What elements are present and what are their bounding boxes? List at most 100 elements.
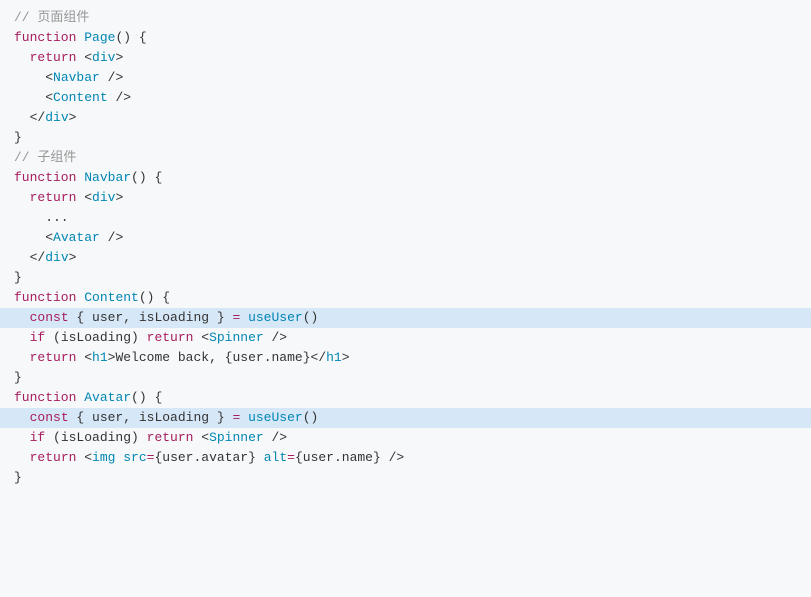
tag-name: div [45, 250, 68, 265]
tag-name: div [92, 50, 115, 65]
text [240, 410, 248, 425]
function-name: Avatar [84, 390, 131, 405]
attr-name: src [123, 450, 146, 465]
text [256, 450, 264, 465]
punct: } [373, 450, 381, 465]
punct: } [14, 130, 22, 145]
code-line: function Page() { [0, 28, 811, 48]
tag-name: div [92, 190, 115, 205]
keyword: const [30, 410, 69, 425]
punct: } [303, 350, 311, 365]
punct: () [303, 310, 319, 325]
punct: > [69, 110, 77, 125]
code-line: function Content() { [0, 288, 811, 308]
code-line: </div> [0, 248, 811, 268]
punct: </ [30, 110, 46, 125]
code-line-highlighted: const { user, isLoading } = useUser() [0, 408, 811, 428]
tag-name: Content [53, 90, 108, 105]
punct: < [45, 230, 53, 245]
code-line: if (isLoading) return <Spinner /> [0, 328, 811, 348]
punct: /> [381, 450, 404, 465]
text [240, 310, 248, 325]
code-line: // 页面组件 [0, 8, 811, 28]
text: user.avatar [162, 450, 248, 465]
code-line: ... [0, 208, 811, 228]
punct: < [76, 190, 92, 205]
punct: /> [264, 330, 287, 345]
punct: < [45, 70, 53, 85]
text: user.name [232, 350, 302, 365]
keyword: return [30, 350, 77, 365]
keyword: const [30, 310, 69, 325]
text: (isLoading) [45, 430, 146, 445]
tag-name: Navbar [53, 70, 100, 85]
code-block: // 页面组件 function Page() { return <div> <… [0, 8, 811, 488]
keyword: return [30, 50, 77, 65]
code-line: return <h1>Welcome back, {user.name}</h1… [0, 348, 811, 368]
tag-name: Spinner [209, 330, 264, 345]
code-line: </div> [0, 108, 811, 128]
punct: /> [100, 70, 123, 85]
code-line: <Navbar /> [0, 68, 811, 88]
keyword: return [30, 190, 77, 205]
punct: } [248, 450, 256, 465]
keyword: function [14, 30, 76, 45]
keyword: function [14, 290, 76, 305]
punct: () { [131, 390, 162, 405]
comment: // 子组件 [14, 150, 76, 165]
punct: < [193, 430, 209, 445]
text: (isLoading) [45, 330, 146, 345]
tag-name: Spinner [209, 430, 264, 445]
punct: () [303, 410, 319, 425]
code-line: } [0, 468, 811, 488]
punct: /> [108, 90, 131, 105]
keyword: if [30, 330, 46, 345]
punct: } [14, 470, 22, 485]
punct: } [14, 270, 22, 285]
code-line: <Avatar /> [0, 228, 811, 248]
code-line: } [0, 128, 811, 148]
text: Welcome back, [115, 350, 224, 365]
function-name: useUser [248, 410, 303, 425]
code-line: } [0, 268, 811, 288]
keyword: if [30, 430, 46, 445]
attr-name: alt [264, 450, 287, 465]
code-line: <Content /> [0, 88, 811, 108]
code-line: return <img src={user.avatar} alt={user.… [0, 448, 811, 468]
function-name: Content [84, 290, 139, 305]
code-line-highlighted: const { user, isLoading } = useUser() [0, 308, 811, 328]
text: user.name [303, 450, 373, 465]
code-line: function Navbar() { [0, 168, 811, 188]
punct: /> [100, 230, 123, 245]
code-line: function Avatar() { [0, 388, 811, 408]
function-name: Page [84, 30, 115, 45]
punct: > [342, 350, 350, 365]
punct: < [76, 50, 92, 65]
code-line: // 子组件 [0, 148, 811, 168]
punct: </ [30, 250, 46, 265]
tag-name: div [45, 110, 68, 125]
comment: // 页面组件 [14, 10, 89, 25]
keyword: return [147, 430, 194, 445]
code-line: return <div> [0, 188, 811, 208]
function-name: useUser [248, 310, 303, 325]
keyword: return [30, 450, 77, 465]
function-name: Navbar [84, 170, 131, 185]
punct: > [115, 50, 123, 65]
punct: < [45, 90, 53, 105]
keyword: return [147, 330, 194, 345]
punct: < [193, 330, 209, 345]
punct: /> [264, 430, 287, 445]
text: { user, isLoading } [69, 310, 233, 325]
code-line: if (isLoading) return <Spinner /> [0, 428, 811, 448]
keyword: function [14, 170, 76, 185]
punct: < [76, 350, 92, 365]
tag-name: img [92, 450, 115, 465]
text: { user, isLoading } [69, 410, 233, 425]
tag-name: h1 [92, 350, 108, 365]
punct: } [14, 370, 22, 385]
punct: </ [311, 350, 327, 365]
code-line: } [0, 368, 811, 388]
code-line: return <div> [0, 48, 811, 68]
punct: () { [115, 30, 146, 45]
